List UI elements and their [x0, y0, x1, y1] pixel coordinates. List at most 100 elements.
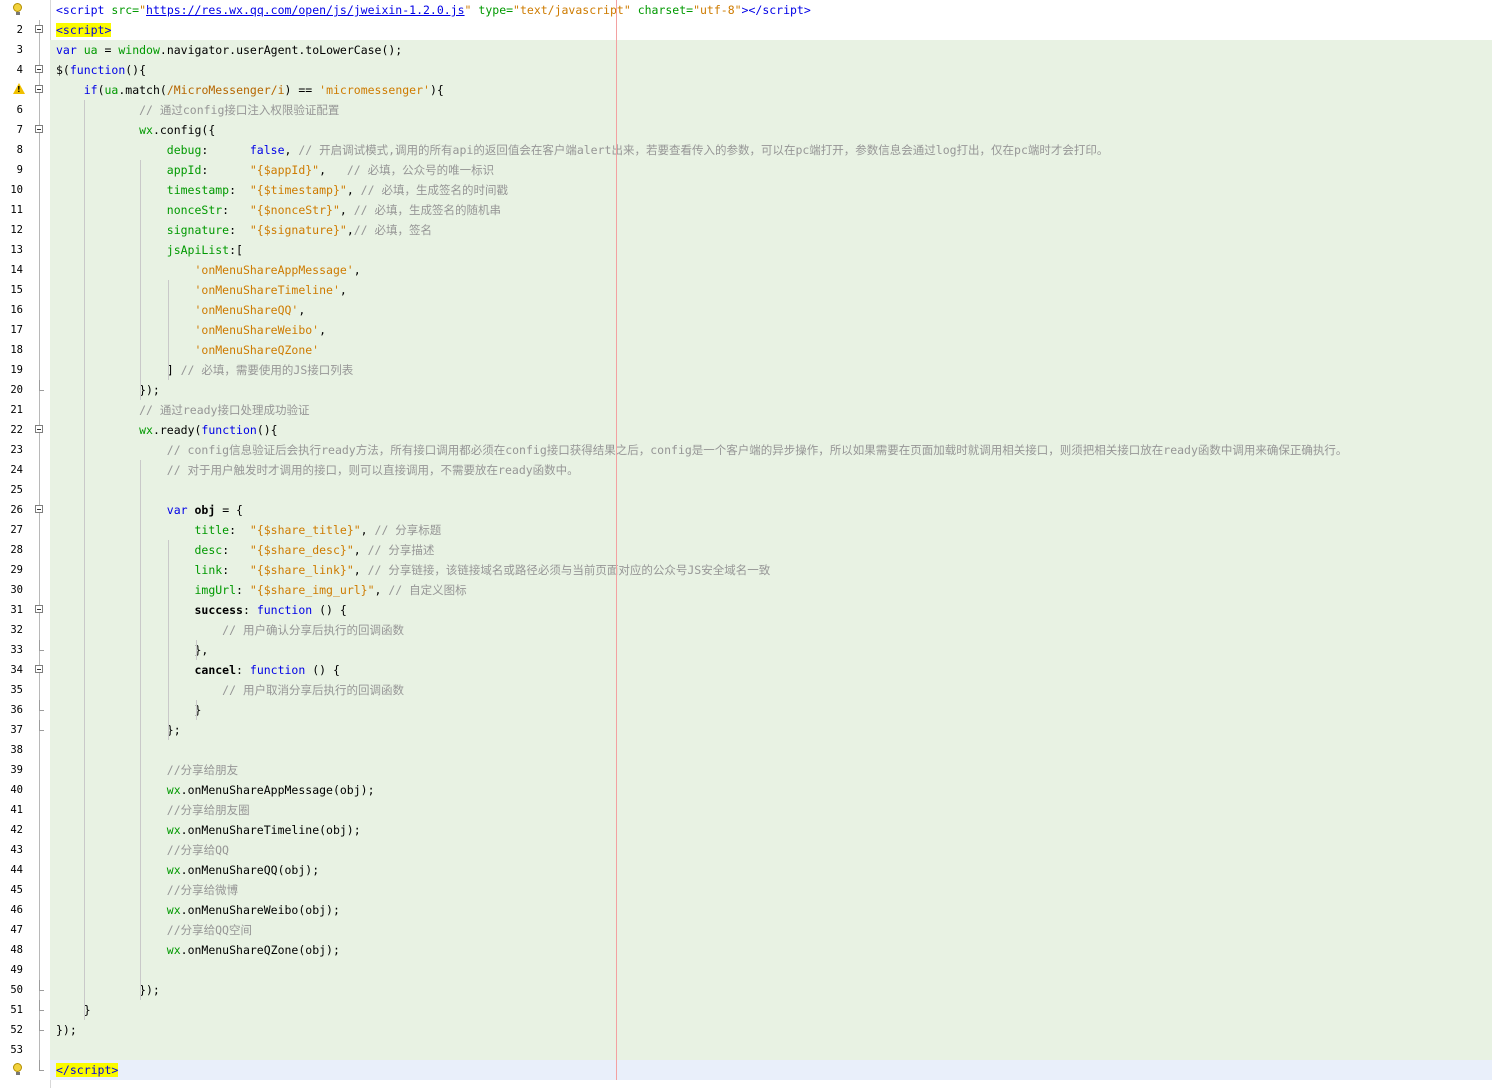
code-text[interactable]: debug: false, // 开启调试模式,调用的所有api的返回值会在客户…	[50, 140, 1492, 160]
code-line[interactable]: 47 //分享给QQ空间	[0, 920, 1492, 940]
code-text[interactable]: link: "{$share_link}", // 分享链接，该链接域名或路径必…	[50, 560, 1492, 580]
code-line[interactable]: 27 title: "{$share_title}", // 分享标题	[0, 520, 1492, 540]
code-line[interactable]: 12 signature: "{$signature}",// 必填，签名	[0, 220, 1492, 240]
code-text[interactable]: wx.ready(function(){	[50, 420, 1492, 440]
code-line[interactable]: 39 //分享给朋友	[0, 760, 1492, 780]
code-text[interactable]: success: function () {	[50, 600, 1492, 620]
code-text[interactable]: // 通过ready接口处理成功验证	[50, 400, 1492, 420]
code-text[interactable]: ] // 必填，需要使用的JS接口列表	[50, 360, 1492, 380]
code-text[interactable]: cancel: function () {	[50, 660, 1492, 680]
code-text[interactable]: <script src="https://res.wx.qq.com/open/…	[56, 0, 1492, 20]
code-line[interactable]: 51 }	[0, 1000, 1492, 1020]
code-line[interactable]: 44 wx.onMenuShareQQ(obj);	[0, 860, 1492, 880]
code-text[interactable]: nonceStr: "{$nonceStr}", // 必填，生成签名的随机串	[50, 200, 1492, 220]
code-text[interactable]	[50, 960, 1492, 980]
code-text[interactable]: 'onMenuShareTimeline',	[50, 280, 1492, 300]
code-line[interactable]: 24 // 对于用户触发时才调用的接口，则可以直接调用，不需要放在ready函数…	[0, 460, 1492, 480]
code-line[interactable]: 45 //分享给微博	[0, 880, 1492, 900]
code-line[interactable]: 11 nonceStr: "{$nonceStr}", // 必填，生成签名的随…	[0, 200, 1492, 220]
code-text[interactable]: <script>	[56, 20, 1492, 40]
code-line[interactable]: 29 link: "{$share_link}", // 分享链接，该链接域名或…	[0, 560, 1492, 580]
code-line[interactable]: 43 //分享给QQ	[0, 840, 1492, 860]
fold-toggle-icon[interactable]	[35, 505, 43, 513]
fold-toggle-icon[interactable]	[35, 65, 43, 73]
code-line[interactable]: 22 wx.ready(function(){	[0, 420, 1492, 440]
code-text[interactable]: wx.onMenuShareQZone(obj);	[50, 940, 1492, 960]
code-line[interactable]: 54</script>	[0, 1060, 1492, 1080]
code-text[interactable]: // 用户确认分享后执行的回调函数	[50, 620, 1492, 640]
code-line[interactable]: 1<script src="https://res.wx.qq.com/open…	[0, 0, 1492, 20]
code-line[interactable]: 52});	[0, 1020, 1492, 1040]
code-line[interactable]: 5 if(ua.match(/MicroMessenger/i) == 'mic…	[0, 80, 1492, 100]
fold-toggle-icon[interactable]	[35, 425, 43, 433]
code-text[interactable]: 'onMenuShareWeibo',	[50, 320, 1492, 340]
fold-toggle-icon[interactable]	[35, 125, 43, 133]
code-text[interactable]: //分享给QQ空间	[50, 920, 1492, 940]
code-line[interactable]: 32 // 用户确认分享后执行的回调函数	[0, 620, 1492, 640]
fold-toggle-icon[interactable]	[35, 605, 43, 613]
code-line[interactable]: 31 success: function () {	[0, 600, 1492, 620]
code-line[interactable]: 38	[0, 740, 1492, 760]
code-text[interactable]: // config信息验证后会执行ready方法，所有接口调用都必须在confi…	[50, 440, 1492, 460]
code-text[interactable]: imgUrl: "{$share_img_url}", // 自定义图标	[50, 580, 1492, 600]
code-text[interactable]: </script>	[50, 1060, 1492, 1080]
code-line[interactable]: 18 'onMenuShareQZone'	[0, 340, 1492, 360]
code-text[interactable]: },	[50, 640, 1492, 660]
code-line[interactable]: 34 cancel: function () {	[0, 660, 1492, 680]
code-text[interactable]: 'onMenuShareAppMessage',	[50, 260, 1492, 280]
code-line[interactable]: 8 debug: false, // 开启调试模式,调用的所有api的返回值会在…	[0, 140, 1492, 160]
fold-toggle-icon[interactable]	[35, 25, 43, 33]
code-text[interactable]	[50, 480, 1492, 500]
code-line[interactable]: 53	[0, 1040, 1492, 1060]
code-text[interactable]: appId: "{$appId}", // 必填，公众号的唯一标识	[50, 160, 1492, 180]
code-text[interactable]: $(function(){	[50, 60, 1492, 80]
code-line[interactable]: 30 imgUrl: "{$share_img_url}", // 自定义图标	[0, 580, 1492, 600]
code-line[interactable]: 42 wx.onMenuShareTimeline(obj);	[0, 820, 1492, 840]
code-line[interactable]: 10 timestamp: "{$timestamp}", // 必填，生成签名…	[0, 180, 1492, 200]
code-text[interactable]: // 通过config接口注入权限验证配置	[50, 100, 1492, 120]
code-line[interactable]: 41 //分享给朋友圈	[0, 800, 1492, 820]
code-editor[interactable]: 1<script src="https://res.wx.qq.com/open…	[0, 0, 1492, 1088]
lightbulb-hint-icon[interactable]	[13, 1063, 22, 1075]
code-text[interactable]: var obj = {	[50, 500, 1492, 520]
code-line[interactable]: 3 var ua = window.navigator.userAgent.toL…	[0, 40, 1492, 60]
code-text[interactable]: });	[50, 980, 1492, 1000]
code-line[interactable]: 6 // 通过config接口注入权限验证配置	[0, 100, 1492, 120]
code-line[interactable]: 21 // 通过ready接口处理成功验证	[0, 400, 1492, 420]
code-text[interactable]: desc: "{$share_desc}", // 分享描述	[50, 540, 1492, 560]
code-text[interactable]: //分享给QQ	[50, 840, 1492, 860]
code-line[interactable]: 25	[0, 480, 1492, 500]
fold-toggle-icon[interactable]	[35, 85, 43, 93]
code-text[interactable]: var ua = window.navigator.userAgent.toLo…	[50, 40, 1492, 60]
code-line[interactable]: 16 'onMenuShareQQ',	[0, 300, 1492, 320]
code-text[interactable]: };	[50, 720, 1492, 740]
code-line[interactable]: 40 wx.onMenuShareAppMessage(obj);	[0, 780, 1492, 800]
code-text[interactable]	[50, 1040, 1492, 1060]
code-text[interactable]: });	[50, 380, 1492, 400]
code-text[interactable]: wx.onMenuShareWeibo(obj);	[50, 900, 1492, 920]
code-line[interactable]: 2 <script>	[0, 20, 1492, 40]
code-text[interactable]: title: "{$share_title}", // 分享标题	[50, 520, 1492, 540]
warning-icon[interactable]	[13, 83, 25, 94]
code-line[interactable]: 36 }	[0, 700, 1492, 720]
code-line[interactable]: 37 };	[0, 720, 1492, 740]
code-text[interactable]: 'onMenuShareQZone'	[50, 340, 1492, 360]
code-line[interactable]: 4 $(function(){	[0, 60, 1492, 80]
code-line[interactable]: 26 var obj = {	[0, 500, 1492, 520]
fold-toggle-icon[interactable]	[35, 665, 43, 673]
code-text[interactable]: if(ua.match(/MicroMessenger/i) == 'micro…	[50, 80, 1492, 100]
code-text[interactable]: 'onMenuShareQQ',	[50, 300, 1492, 320]
code-line[interactable]: 9 appId: "{$appId}", // 必填，公众号的唯一标识	[0, 160, 1492, 180]
code-text[interactable]: // 用户取消分享后执行的回调函数	[50, 680, 1492, 700]
code-text[interactable]: wx.config({	[50, 120, 1492, 140]
code-line[interactable]: 50 });	[0, 980, 1492, 1000]
lightbulb-hint-icon[interactable]	[13, 3, 22, 15]
code-text[interactable]	[50, 740, 1492, 760]
code-line[interactable]: 17 'onMenuShareWeibo',	[0, 320, 1492, 340]
code-line[interactable]: 19 ] // 必填，需要使用的JS接口列表	[0, 360, 1492, 380]
code-text[interactable]: //分享给朋友圈	[50, 800, 1492, 820]
code-line[interactable]: 23 // config信息验证后会执行ready方法，所有接口调用都必须在co…	[0, 440, 1492, 460]
code-text[interactable]: wx.onMenuShareTimeline(obj);	[50, 820, 1492, 840]
code-text[interactable]: }	[50, 700, 1492, 720]
code-text[interactable]: timestamp: "{$timestamp}", // 必填，生成签名的时间…	[50, 180, 1492, 200]
